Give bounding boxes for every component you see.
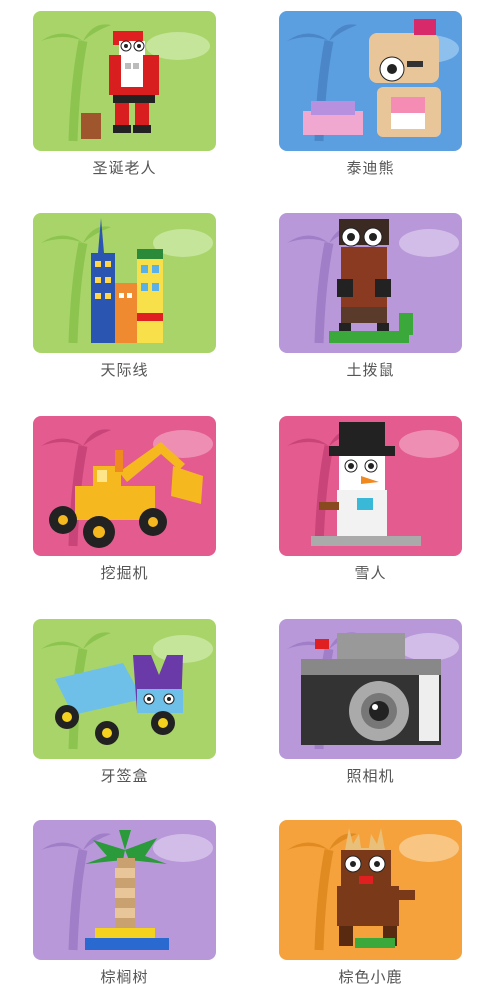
card-label: 土拨鼠 — [346, 361, 395, 379]
card-thumbnail — [33, 416, 216, 556]
groundhog-figure-icon — [279, 213, 462, 353]
gallery-card-brown-deer[interactable]: 棕色小鹿 — [279, 820, 462, 990]
toothpick-box-truck-icon — [33, 619, 216, 759]
gallery-card-santa[interactable]: 圣诞老人 — [33, 11, 216, 181]
gallery-card-skyline[interactable]: 天际线 — [33, 213, 216, 383]
gallery-card-camera[interactable]: 照相机 — [279, 619, 462, 789]
card-label: 挖掘机 — [100, 564, 149, 582]
card-label: 圣诞老人 — [92, 159, 157, 177]
card-thumbnail — [33, 820, 216, 960]
camera-icon — [279, 619, 462, 759]
card-thumbnail — [279, 416, 462, 556]
gallery-card-toothpick-box[interactable]: 牙签盒 — [33, 619, 216, 789]
gallery-card-palm-tree[interactable]: 棕榈树 — [33, 820, 216, 990]
card-thumbnail — [279, 213, 462, 353]
snowman-figure-icon — [279, 416, 462, 556]
card-label: 泰迪熊 — [346, 159, 395, 177]
card-label: 照相机 — [346, 767, 395, 785]
skyline-buildings-icon — [33, 213, 216, 353]
gallery-card-excavator[interactable]: 挖掘机 — [33, 416, 216, 586]
card-thumbnail — [33, 11, 216, 151]
teddy-bear-figure-icon — [279, 11, 462, 151]
model-gallery: 圣诞老人 泰迪熊 天际线 土拨鼠 挖掘机 雪人 牙签盒 照相机 棕榈树 棕色小鹿 — [0, 0, 493, 1000]
card-label: 棕色小鹿 — [338, 968, 403, 986]
card-label: 天际线 — [100, 361, 149, 379]
card-label: 棕榈树 — [100, 968, 149, 986]
card-thumbnail — [33, 213, 216, 353]
card-thumbnail — [279, 619, 462, 759]
santa-figure-icon — [33, 11, 216, 151]
gallery-card-groundhog[interactable]: 土拨鼠 — [279, 213, 462, 383]
gallery-card-teddy-bear[interactable]: 泰迪熊 — [279, 11, 462, 181]
excavator-icon — [33, 416, 216, 556]
card-thumbnail — [33, 619, 216, 759]
palm-tree-icon — [33, 820, 216, 960]
card-thumbnail — [279, 820, 462, 960]
brown-deer-figure-icon — [279, 820, 462, 960]
card-thumbnail — [279, 11, 462, 151]
card-label: 牙签盒 — [100, 767, 149, 785]
gallery-card-snowman[interactable]: 雪人 — [279, 416, 462, 586]
card-label: 雪人 — [354, 564, 387, 582]
